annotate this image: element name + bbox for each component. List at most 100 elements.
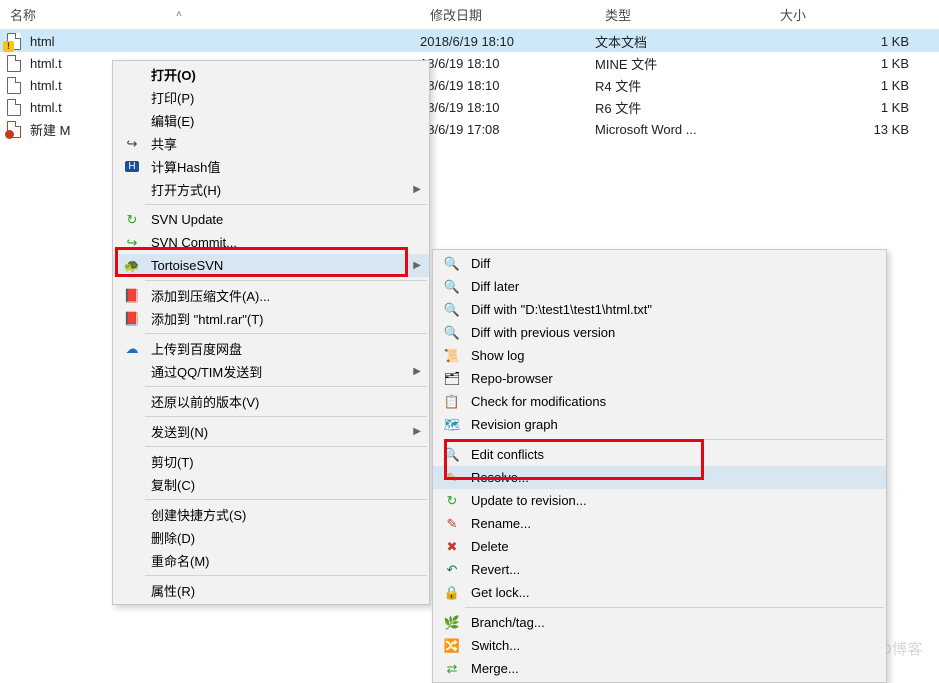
file-type: R4 文件 (595, 76, 770, 95)
submenu-diff-with[interactable]: 🔍Diff with "D:\test1\test1\html.txt" (433, 298, 886, 321)
menu-edit[interactable]: 编辑(E) (113, 109, 429, 132)
col-size[interactable]: 大小 (770, 5, 939, 24)
submenu-diff[interactable]: 🔍Diff (433, 252, 886, 275)
submenu-rename[interactable]: ✎Rename... (433, 512, 886, 535)
menu-share[interactable]: ↪共享 (113, 132, 429, 155)
col-type[interactable]: 类型 (595, 5, 770, 24)
resolve-icon: ✎ (439, 470, 465, 486)
menu-add-rar[interactable]: 📕添加到 "html.rar"(T) (113, 307, 429, 330)
check-icon: 📋 (439, 394, 465, 410)
rar-icon: 📕 (119, 311, 145, 327)
context-menu: 打开(O) 打印(P) 编辑(E) ↪共享 H计算Hash值 打开方式(H)▶ … (112, 60, 430, 605)
file-size: 1 KB (770, 34, 939, 49)
menu-cut[interactable]: 剪切(T) (113, 450, 429, 473)
update-icon: ↻ (439, 493, 465, 509)
rar-icon: 📕 (119, 288, 145, 304)
menu-svn-commit[interactable]: ↪SVN Commit... (113, 231, 429, 254)
file-date: 18/6/19 17:08 (420, 122, 595, 137)
share-icon: ↪ (119, 136, 145, 152)
file-type: R6 文件 (595, 98, 770, 117)
submenu-edit-conflicts[interactable]: 🔍Edit conflicts (433, 443, 886, 466)
graph-icon: 🗺 (439, 417, 465, 433)
delete-icon: ✖ (439, 539, 465, 555)
file-size: 1 KB (770, 78, 939, 93)
col-name[interactable]: 名称 ˄ (0, 5, 420, 24)
menu-open[interactable]: 打开(O) (113, 63, 429, 86)
submenu-update-rev[interactable]: ↻Update to revision... (433, 489, 886, 512)
file-icon (0, 99, 28, 116)
file-icon (0, 121, 28, 138)
submenu-arrow-icon: ▶ (413, 260, 421, 271)
rename-icon: ✎ (439, 516, 465, 532)
file-date: 18/6/19 18:10 (420, 56, 595, 71)
switch-icon: 🔀 (439, 638, 465, 654)
menu-copy[interactable]: 复制(C) (113, 473, 429, 496)
file-type: MINE 文件 (595, 54, 770, 73)
file-icon (0, 55, 28, 72)
merge-icon: ⇄ (439, 661, 465, 677)
diff-icon: 🔍 (439, 279, 465, 295)
submenu-arrow-icon: ▶ (413, 184, 421, 195)
file-type: 文本文档 (595, 32, 770, 51)
tortoise-icon: 🐢 (119, 258, 145, 274)
submenu-revert[interactable]: ↶Revert... (433, 558, 886, 581)
file-name: html (28, 34, 420, 49)
menu-create-shortcut[interactable]: 创建快捷方式(S) (113, 503, 429, 526)
menu-add-archive[interactable]: 📕添加到压缩文件(A)... (113, 284, 429, 307)
submenu-delete[interactable]: ✖Delete (433, 535, 886, 558)
submenu-check-mod[interactable]: 📋Check for modifications (433, 390, 886, 413)
menu-print[interactable]: 打印(P) (113, 86, 429, 109)
file-date: 2018/6/19 18:10 (420, 34, 595, 49)
file-date: 18/6/19 18:10 (420, 78, 595, 93)
cloud-icon: ☁ (119, 341, 145, 357)
submenu-switch[interactable]: 🔀Switch... (433, 634, 886, 657)
file-icon (0, 33, 28, 50)
svn-update-icon: ↻ (119, 212, 145, 228)
file-size: 1 KB (770, 100, 939, 115)
submenu-merge[interactable]: ⇄Merge... (433, 657, 886, 680)
file-icon (0, 77, 28, 94)
submenu-resolve[interactable]: ✎Resolve... (433, 466, 886, 489)
diff-icon: 🔍 (439, 256, 465, 272)
diff-icon: 🔍 (439, 325, 465, 341)
menu-baidu[interactable]: ☁上传到百度网盘 (113, 337, 429, 360)
conflict-icon: 🔍 (439, 447, 465, 463)
submenu-diff-later[interactable]: 🔍Diff later (433, 275, 886, 298)
sort-chevron-icon: ˄ (176, 9, 182, 20)
submenu-get-lock[interactable]: 🔒Get lock... (433, 581, 886, 604)
svn-commit-icon: ↪ (119, 235, 145, 251)
menu-tortoisesvn[interactable]: 🐢TortoiseSVN▶ (113, 254, 429, 277)
diff-icon: 🔍 (439, 302, 465, 318)
menu-delete[interactable]: 删除(D) (113, 526, 429, 549)
tortoise-submenu: 🔍Diff 🔍Diff later 🔍Diff with "D:\test1\t… (432, 249, 887, 683)
col-name-label: 名称 (10, 5, 36, 24)
file-row[interactable]: html 2018/6/19 18:10 文本文档 1 KB (0, 30, 939, 52)
menu-open-with[interactable]: 打开方式(H)▶ (113, 178, 429, 201)
col-date[interactable]: 修改日期 (420, 5, 595, 24)
column-header[interactable]: 名称 ˄ 修改日期 类型 大小 (0, 0, 939, 30)
menu-svn-update[interactable]: ↻SVN Update (113, 208, 429, 231)
submenu-branch[interactable]: 🌿Branch/tag... (433, 611, 886, 634)
hash-icon: H (119, 161, 145, 172)
menu-qq-tim[interactable]: 通过QQ/TIM发送到▶ (113, 360, 429, 383)
menu-restore[interactable]: 还原以前的版本(V) (113, 390, 429, 413)
submenu-rev-graph[interactable]: 🗺Revision graph (433, 413, 886, 436)
menu-hash[interactable]: H计算Hash值 (113, 155, 429, 178)
lock-icon: 🔒 (439, 585, 465, 601)
branch-icon: 🌿 (439, 615, 465, 631)
submenu-arrow-icon: ▶ (413, 366, 421, 377)
submenu-repo-browser[interactable]: 🗂Repo-browser (433, 367, 886, 390)
file-size: 1 KB (770, 56, 939, 71)
revert-icon: ↶ (439, 562, 465, 578)
file-date: 18/6/19 18:10 (420, 100, 595, 115)
file-type: Microsoft Word ... (595, 122, 770, 137)
menu-send-to[interactable]: 发送到(N)▶ (113, 420, 429, 443)
repo-icon: 🗂 (439, 371, 465, 387)
log-icon: 📜 (439, 348, 465, 364)
file-size: 13 KB (770, 122, 939, 137)
menu-rename[interactable]: 重命名(M) (113, 549, 429, 572)
menu-properties[interactable]: 属性(R) (113, 579, 429, 602)
submenu-show-log[interactable]: 📜Show log (433, 344, 886, 367)
submenu-arrow-icon: ▶ (413, 426, 421, 437)
submenu-diff-prev[interactable]: 🔍Diff with previous version (433, 321, 886, 344)
